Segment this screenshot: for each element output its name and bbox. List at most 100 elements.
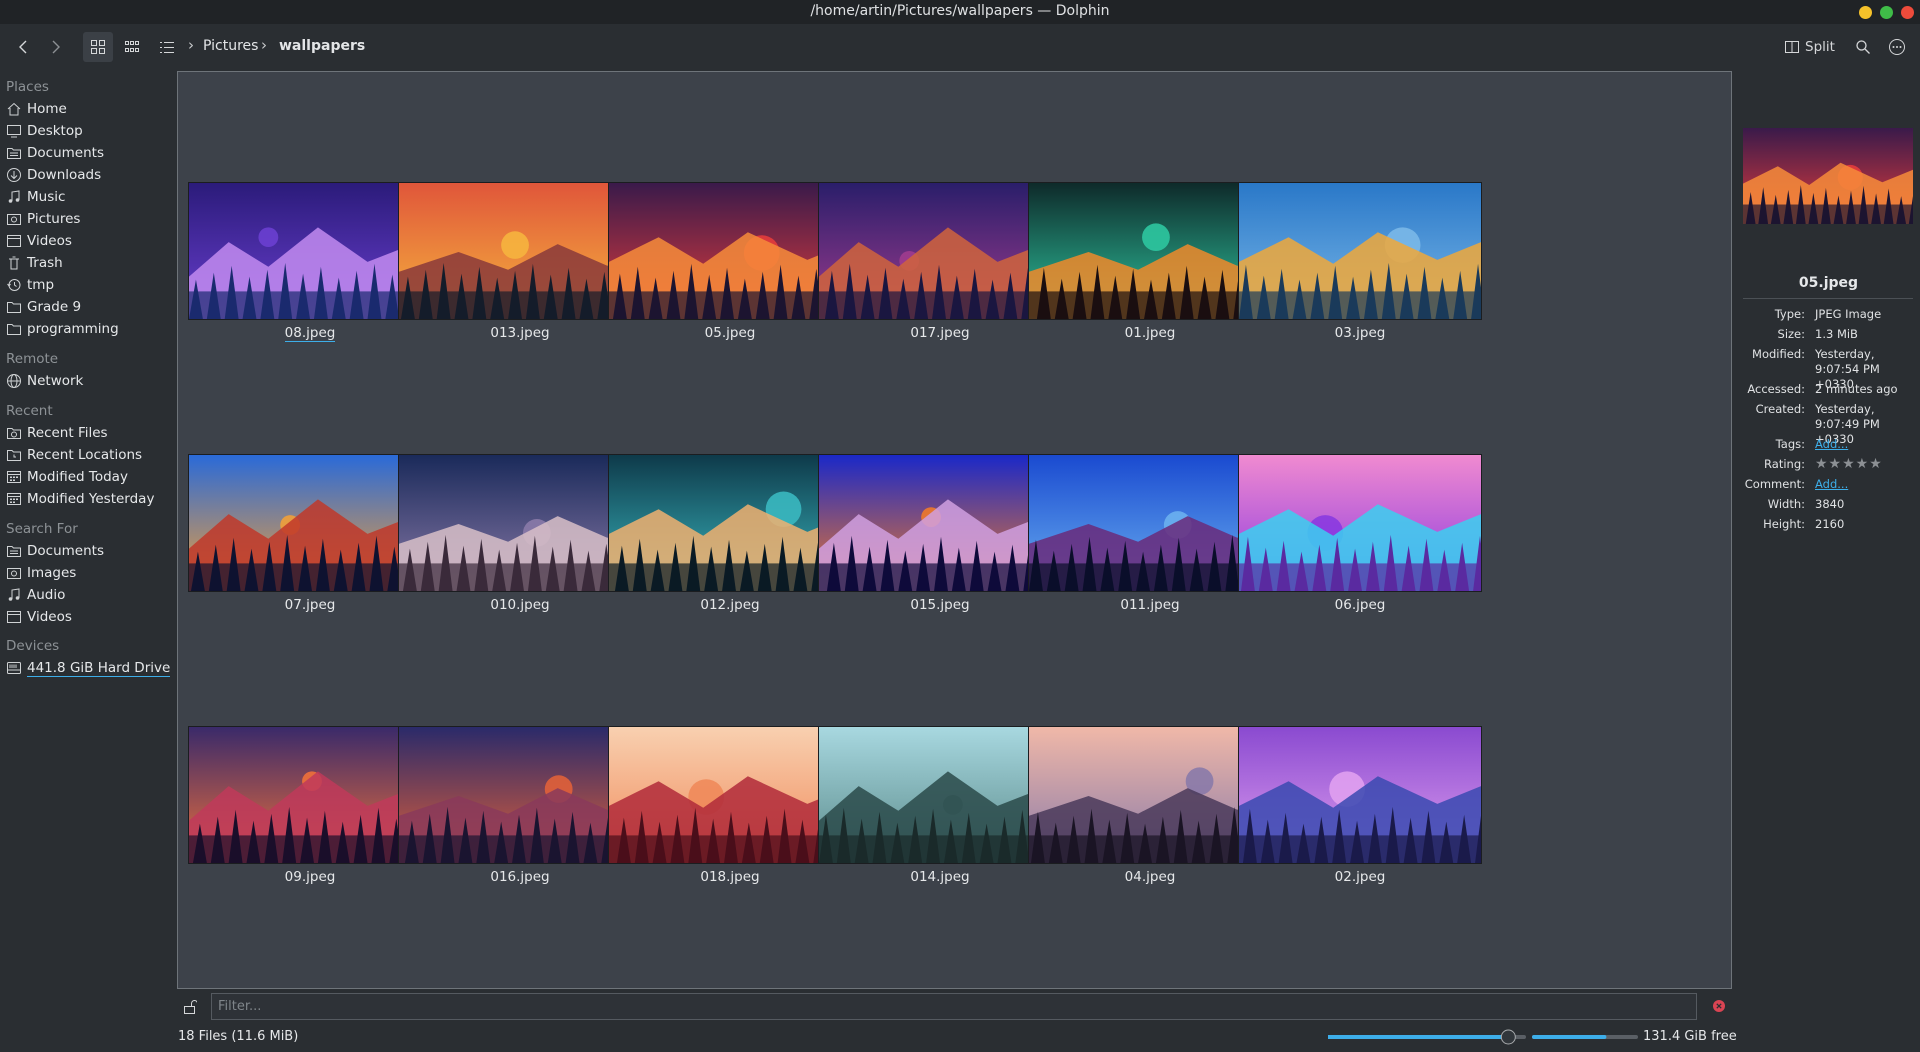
file-name: 03.jpeg: [1238, 325, 1482, 341]
sidebar-item-places-downloads[interactable]: Downloads: [6, 164, 101, 186]
file-item[interactable]: 017.jpeg: [818, 182, 1062, 341]
file-item[interactable]: 07.jpeg: [188, 454, 432, 613]
compact-view-button[interactable]: [121, 36, 143, 58]
file-thumbnail[interactable]: [188, 182, 432, 320]
file-item[interactable]: 013.jpeg: [398, 182, 642, 341]
sidebar-item-label: Trash: [27, 255, 63, 271]
breadcrumb-pictures[interactable]: Pictures: [203, 38, 258, 54]
forward-button[interactable]: [45, 36, 67, 58]
sidebar-item-places-pictures[interactable]: Pictures: [6, 208, 80, 230]
details-view-icon: [160, 42, 174, 53]
back-button[interactable]: [12, 36, 34, 58]
file-thumbnail[interactable]: [1028, 454, 1272, 592]
file-thumbnail[interactable]: [1238, 182, 1482, 320]
sidebar-item-devices-441-8-gib-hard-drive[interactable]: 441.8 GiB Hard Drive: [6, 657, 171, 679]
file-thumbnail[interactable]: [608, 182, 852, 320]
toolbar: › Pictures › wallpapers Split: [0, 24, 1920, 70]
file-thumbnail[interactable]: [398, 726, 642, 864]
file-item[interactable]: 04.jpeg: [1028, 726, 1272, 885]
sidebar-item-places-videos[interactable]: Videos: [6, 230, 72, 252]
file-thumbnail[interactable]: [1238, 454, 1482, 592]
close-button[interactable]: [1901, 6, 1914, 19]
file-name: 01.jpeg: [1028, 325, 1272, 341]
sidebar-section-header: Devices: [6, 638, 60, 654]
file-item[interactable]: 06.jpeg: [1238, 454, 1482, 613]
details-view-button[interactable]: [156, 36, 178, 58]
add-link[interactable]: Add...: [1815, 477, 1920, 492]
file-thumbnail[interactable]: [188, 726, 432, 864]
file-name-label: 010.jpeg: [490, 597, 550, 613]
sidebar-section-header: Remote: [6, 351, 59, 367]
file-item[interactable]: 012.jpeg: [608, 454, 852, 613]
file-item[interactable]: 011.jpeg: [1028, 454, 1272, 613]
sidebar-item-search-audio[interactable]: Audio: [6, 584, 65, 606]
downloads-icon: [6, 167, 22, 183]
file-item[interactable]: 01.jpeg: [1028, 182, 1272, 341]
maximize-button[interactable]: [1880, 6, 1893, 19]
videos-icon: [6, 233, 22, 249]
clear-icon: [1713, 1000, 1725, 1012]
sidebar-item-label: 441.8 GiB Hard Drive: [27, 659, 171, 677]
file-name: 017.jpeg: [818, 325, 1062, 341]
zoom-slider-handle[interactable]: [1500, 1029, 1516, 1045]
sidebar-item-places-desktop[interactable]: Desktop: [6, 120, 83, 142]
file-thumbnail[interactable]: [1238, 726, 1482, 864]
sidebar-item-places-grade-9[interactable]: Grade 9: [6, 296, 81, 318]
file-item[interactable]: 09.jpeg: [188, 726, 432, 885]
sidebar-item-recent-modified-today[interactable]: Modified Today: [6, 466, 128, 488]
breadcrumb-wallpapers[interactable]: wallpapers: [279, 38, 365, 54]
sidebar-item-places-music[interactable]: Music: [6, 186, 65, 208]
split-button[interactable]: Split: [1784, 35, 1835, 59]
file-thumbnail[interactable]: [188, 454, 432, 592]
file-thumbnail[interactable]: [818, 182, 1062, 320]
sidebar-item-recent-recent-files[interactable]: Recent Files: [6, 422, 108, 444]
file-thumbnail[interactable]: [818, 454, 1062, 592]
status-summary: 18 Files (11.6 MiB): [178, 1029, 299, 1044]
file-item[interactable]: 010.jpeg: [398, 454, 642, 613]
filter-input[interactable]: Filter...: [211, 993, 1697, 1020]
sidebar-item-search-images[interactable]: Images: [6, 562, 76, 584]
file-thumbnail[interactable]: [1028, 726, 1272, 864]
info-value: 3840: [1815, 497, 1845, 511]
sidebar-item-places-tmp[interactable]: tmp: [6, 274, 54, 296]
file-item[interactable]: 014.jpeg: [818, 726, 1062, 885]
file-name: 05.jpeg: [608, 325, 852, 341]
file-item[interactable]: 08.jpeg: [188, 182, 432, 342]
file-thumbnail[interactable]: [608, 726, 852, 864]
minimize-button[interactable]: [1859, 6, 1872, 19]
file-item[interactable]: 03.jpeg: [1238, 182, 1482, 341]
sidebar-item-places-programming[interactable]: programming: [6, 318, 119, 340]
sidebar-item-recent-recent-locations[interactable]: Recent Locations: [6, 444, 142, 466]
file-item[interactable]: 018.jpeg: [608, 726, 852, 885]
sidebar-item-places-trash[interactable]: Trash: [6, 252, 63, 274]
home-icon: [6, 101, 22, 117]
file-thumbnail[interactable]: [608, 454, 852, 592]
file-item[interactable]: 015.jpeg: [818, 454, 1062, 613]
info-label: Comment:: [1744, 477, 1805, 491]
sidebar-item-remote-network[interactable]: Network: [6, 370, 83, 392]
file-thumbnail[interactable]: [398, 182, 642, 320]
menu-button[interactable]: [1886, 36, 1908, 58]
sidebar-item-places-documents[interactable]: Documents: [6, 142, 104, 164]
sidebar-item-search-documents[interactable]: Documents: [6, 540, 104, 562]
file-name-label: 03.jpeg: [1334, 325, 1386, 341]
file-item[interactable]: 02.jpeg: [1238, 726, 1482, 885]
add-link[interactable]: Add...: [1815, 437, 1920, 452]
file-thumbnail[interactable]: [1028, 182, 1272, 320]
sidebar-item-recent-modified-yesterday[interactable]: Modified Yesterday: [6, 488, 154, 510]
file-thumbnail[interactable]: [398, 454, 642, 592]
file-view[interactable]: 08.jpeg 013.jpeg 05.jpeg 017.jpeg 01.jpe…: [177, 71, 1732, 989]
file-item[interactable]: 05.jpeg: [608, 182, 852, 341]
lock-button[interactable]: [180, 997, 200, 1017]
sidebar-item-places-home[interactable]: Home: [6, 98, 67, 120]
clear-filter-button[interactable]: [1712, 999, 1726, 1013]
icons-view-icon: [91, 40, 105, 54]
search-button[interactable]: [1852, 36, 1874, 58]
sidebar-section-header: Recent: [6, 403, 53, 419]
sidebar-section-header: Places: [6, 79, 49, 95]
file-item[interactable]: 016.jpeg: [398, 726, 642, 885]
icons-view-button[interactable]: [83, 32, 113, 62]
sidebar-item-search-videos[interactable]: Videos: [6, 606, 72, 628]
folder-documents-icon: [6, 543, 22, 559]
file-thumbnail[interactable]: [818, 726, 1062, 864]
